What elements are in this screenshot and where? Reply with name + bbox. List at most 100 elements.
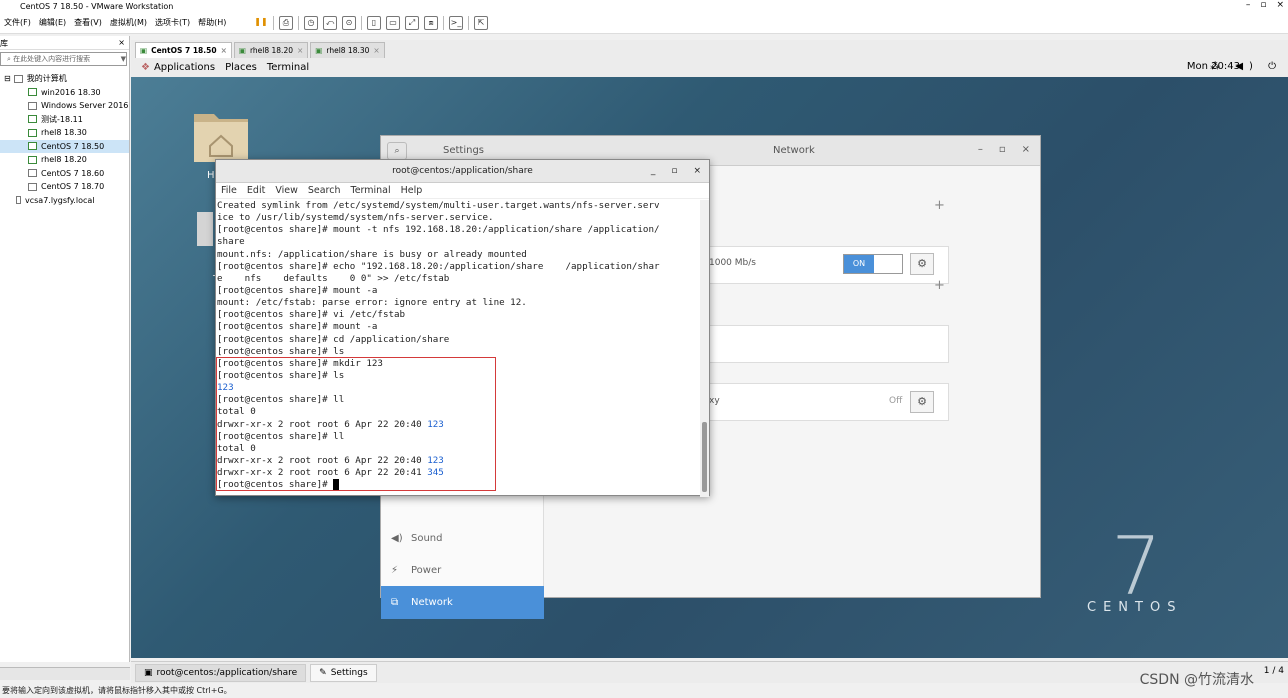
tree-root[interactable]: ⊟ 我的计算机	[0, 72, 129, 86]
pause-icon[interactable]: ❚❚	[254, 16, 268, 30]
tab-centos7-1850[interactable]: ▣ CentOS 7 18.50 ×	[135, 42, 232, 58]
vm-display[interactable]: ❖ Applications Places Terminal Mon 20:43…	[131, 58, 1288, 658]
terminal-scrollbar[interactable]	[700, 200, 709, 497]
maximize-icon[interactable]: ▫	[999, 144, 1006, 155]
close-icon[interactable]: ×	[693, 160, 701, 183]
close-button[interactable]: ×	[1276, 0, 1284, 10]
tree-vm-item[interactable]: CentOS 7 18.70	[0, 180, 129, 194]
tree-vm-item[interactable]: win2016 18.30	[0, 86, 129, 100]
menu-file[interactable]: 文件(F)	[4, 17, 31, 28]
snapshot-manager-icon[interactable]: ⊙	[342, 16, 356, 30]
toolbar: ❚❚ ⎙ ◷ ⤺ ⊙ ▯ ▭ ⤢ ⧈ >_ ⇱	[254, 12, 488, 34]
library-search-input[interactable]: ⌕ 在此处键入内容进行搜索 ▼	[0, 52, 127, 66]
add-connection-icon[interactable]: +	[934, 198, 945, 213]
wired-toggle[interactable]: ON	[843, 254, 903, 274]
stretch-view-icon[interactable]: ⇱	[474, 16, 488, 30]
gear-icon[interactable]: ⚙	[910, 253, 934, 275]
task-settings[interactable]: ✎ Settings	[310, 663, 377, 682]
gear-icon[interactable]: ⚙	[910, 391, 934, 413]
system-tray[interactable]: ⁂ ◀) ⏻	[1210, 61, 1282, 72]
tab-close-icon[interactable]: ×	[373, 46, 379, 55]
add-vpn-icon[interactable]: +	[934, 278, 945, 293]
tree-vm-item[interactable]: CentOS 7 18.60	[0, 167, 129, 181]
home-folder-icon[interactable]	[192, 108, 250, 166]
collapse-icon[interactable]: ⊟	[4, 74, 11, 83]
terminal-menu-terminal[interactable]: Terminal	[351, 185, 391, 196]
applications-menu[interactable]: Applications	[154, 62, 215, 73]
terminal-menu-file[interactable]: File	[221, 185, 237, 196]
menu-edit[interactable]: 编辑(E)	[39, 17, 66, 28]
terminal-line-text: [root@centos share]# mount -a	[217, 321, 378, 333]
sidebar-item-sound[interactable]: ◀) Sound	[381, 522, 544, 555]
minimize-icon[interactable]: _	[651, 160, 656, 183]
tree-vm-item-selected[interactable]: CentOS 7 18.50	[0, 139, 129, 153]
tree-vm-item[interactable]: Windows Server 2016	[0, 99, 129, 113]
library-view-icon[interactable]: ▯	[367, 16, 381, 30]
library-scrollbar[interactable]	[0, 667, 130, 680]
fullscreen-icon[interactable]: ⤢	[405, 16, 419, 30]
unity-icon[interactable]: ⧈	[424, 16, 438, 30]
terminal-menu-help[interactable]: Help	[401, 185, 423, 196]
tab-close-icon[interactable]: ×	[221, 46, 227, 55]
minimize-button[interactable]: –	[1246, 0, 1251, 10]
snapshot-icon[interactable]: ◷	[304, 16, 318, 30]
toolbar-separator	[443, 16, 444, 30]
terminal-menu-search[interactable]: Search	[308, 185, 341, 196]
task-terminal[interactable]: ▣ root@centos:/application/share	[135, 663, 307, 682]
app-title: CentOS 7 18.50 - VMware Workstation	[20, 1, 174, 11]
tree-vm-item[interactable]: rhel8 18.30	[0, 126, 129, 140]
vm-label: Windows Server 2016	[41, 101, 129, 111]
library-panel: 库 × ⌕ 在此处键入内容进行搜索 ▼ ⊟ 我的计算机 win2016 18.3…	[0, 36, 130, 662]
terminal-menu-view[interactable]: View	[275, 185, 298, 196]
task-label: root@centos:/application/share	[156, 667, 298, 678]
terminal-menu[interactable]: Terminal	[267, 62, 309, 73]
terminal-line: [root@centos share]# mount -t nfs 192.16…	[217, 224, 701, 236]
maximize-button[interactable]: ▫	[1260, 0, 1266, 10]
minimize-icon[interactable]: –	[978, 144, 983, 155]
terminal-scroll-thumb[interactable]	[702, 422, 707, 492]
terminal-line: mount.nfs: /application/share is busy or…	[217, 249, 701, 261]
terminal-window-controls: _ ▫ ×	[651, 160, 701, 183]
terminal-icon: ▣	[144, 667, 153, 678]
vm-running-icon	[28, 128, 37, 137]
send-ctrl-alt-del-icon[interactable]: ⎙	[279, 16, 293, 30]
vm-label: rhel8 18.20	[41, 155, 87, 165]
tab-rhel8-1830[interactable]: ▣ rhel8 18.30 ×	[310, 42, 385, 58]
task-label: Settings	[330, 667, 368, 678]
tab-rhel8-1820[interactable]: ▣ rhel8 18.20 ×	[233, 42, 309, 58]
tree-vm-item[interactable]: 测试-18.11	[0, 113, 129, 127]
menu-help[interactable]: 帮助(H)	[198, 17, 226, 28]
terminal-menu-edit[interactable]: Edit	[247, 185, 265, 196]
menu-view[interactable]: 查看(V)	[74, 17, 102, 28]
tab-close-icon[interactable]: ×	[297, 46, 303, 55]
sidebar-item-label: Power	[411, 565, 442, 576]
menu-vm[interactable]: 虚拟机(M)	[110, 17, 147, 28]
console-view-icon[interactable]: >_	[449, 16, 463, 30]
search-icon[interactable]: ⌕	[387, 141, 407, 160]
home-folder-label: H	[207, 170, 215, 181]
terminal-line-text: e nfs defaults 0 0" >> /etc/fstab	[217, 272, 450, 284]
tree-vm-item[interactable]: rhel8 18.20	[0, 153, 129, 167]
maximize-icon[interactable]: ▫	[671, 160, 677, 183]
terminal-line: [root@centos share]# vi /etc/fstab	[217, 309, 701, 321]
revert-snapshot-icon[interactable]: ⤺	[323, 16, 337, 30]
settings-window-controls: – ▫ ×	[978, 144, 1030, 155]
tab-label: rhel8 18.30	[326, 46, 370, 55]
workspace-pager[interactable]: 1 / 4	[1264, 666, 1284, 676]
places-menu[interactable]: Places	[225, 62, 257, 73]
sidebar-item-network[interactable]: ⧉ Network	[381, 586, 544, 619]
chevron-down-icon[interactable]: ▼	[121, 55, 126, 63]
menu-tabs[interactable]: 选项卡(T)	[155, 17, 190, 28]
sidebar-item-power[interactable]: ⚡ Power	[381, 554, 544, 587]
trash-icon[interactable]	[197, 208, 213, 248]
tree-remote-item[interactable]: vcsa7.lygsfy.local	[0, 194, 129, 208]
vm-label: win2016 18.30	[41, 87, 101, 97]
terminal-line: [root@centos share]# cd /application/sha…	[217, 334, 701, 346]
library-close-button[interactable]: ×	[118, 38, 125, 49]
vm-running-icon	[28, 115, 37, 124]
close-icon[interactable]: ×	[1022, 144, 1030, 155]
terminal-line-text: [root@centos share]# mount -t nfs 192.16…	[217, 224, 660, 236]
status-bar: 要将输入定向到该虚拟机，请将鼠标指针移入其中或按 Ctrl+G。	[0, 683, 1288, 698]
tab-label: CentOS 7 18.50	[151, 46, 217, 55]
thumbnail-view-icon[interactable]: ▭	[386, 16, 400, 30]
